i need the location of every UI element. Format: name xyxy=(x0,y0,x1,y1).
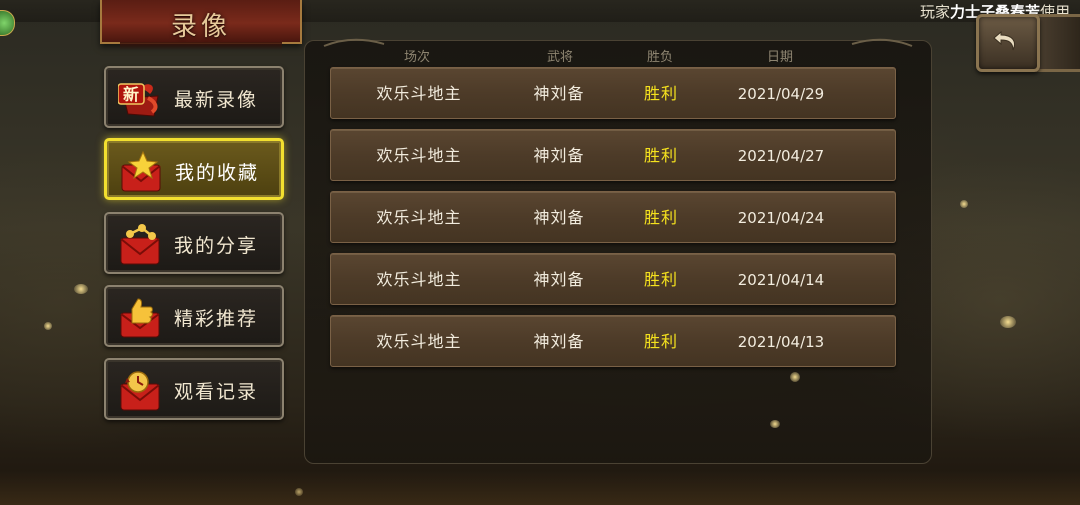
player-prefix: 玩家 xyxy=(919,3,950,21)
column-header-result: 胜负 xyxy=(646,50,673,65)
column-header-match: 场次 xyxy=(403,50,430,65)
table-row[interactable]: 欢乐斗地主 神刘备 胜利 2021/04/29 xyxy=(330,67,896,119)
ember-particle xyxy=(74,284,88,294)
table-row[interactable]: 欢乐斗地主 神刘备 胜利 2021/04/13 xyxy=(330,315,896,367)
ember-particle xyxy=(790,372,800,382)
floor-decoration xyxy=(0,470,1080,505)
cell-mode: 欢乐斗地主 xyxy=(376,208,462,227)
ember-particle xyxy=(1000,316,1016,328)
new-badge-text: 新 xyxy=(123,85,139,104)
table-row[interactable]: 欢乐斗地主 神刘备 胜利 2021/04/24 xyxy=(330,191,896,243)
menu-label: 我的分享 xyxy=(174,235,259,257)
ember-particle xyxy=(44,322,52,330)
back-arrow-icon xyxy=(993,30,1015,51)
cell-mode: 欢乐斗地主 xyxy=(376,270,462,289)
cell-general: 神刘备 xyxy=(533,84,585,103)
cell-result: 胜利 xyxy=(643,208,678,227)
cell-general: 神刘备 xyxy=(533,332,585,351)
cell-date: 2021/04/24 xyxy=(737,209,825,227)
menu-featured[interactable]: 精彩推荐 xyxy=(104,285,284,347)
cell-date: 2021/04/27 xyxy=(737,147,825,165)
cell-date: 2021/04/29 xyxy=(737,85,825,103)
ember-particle xyxy=(770,420,780,428)
replay-screen: 玩家力士子桑春芳使用 录像 新 最新录像 我的收藏 我的分享 精彩推荐 观看记录… xyxy=(0,0,1080,505)
cell-general: 神刘备 xyxy=(533,208,585,227)
cell-result: 胜利 xyxy=(643,84,678,103)
menu-label: 观看记录 xyxy=(174,381,259,403)
cell-general: 神刘备 xyxy=(533,270,585,289)
cell-mode: 欢乐斗地主 xyxy=(376,332,462,351)
table-row[interactable]: 欢乐斗地主 神刘备 胜利 2021/04/27 xyxy=(330,129,896,181)
cell-mode: 欢乐斗地主 xyxy=(376,84,462,103)
back-button[interactable] xyxy=(976,14,1040,72)
share-envelope-icon xyxy=(118,224,164,266)
ember-particle xyxy=(960,200,968,208)
cell-date: 2021/04/14 xyxy=(737,271,825,289)
menu-watch-history[interactable]: 观看记录 xyxy=(104,358,284,420)
cell-result: 胜利 xyxy=(643,270,678,289)
title-banner: 录像 xyxy=(100,0,302,50)
menu-label: 我的收藏 xyxy=(175,162,260,184)
star-envelope-icon xyxy=(119,150,165,193)
menu-latest-replays[interactable]: 新 最新录像 xyxy=(104,66,284,128)
cell-result: 胜利 xyxy=(643,332,678,351)
corner-ornament xyxy=(1036,14,1080,72)
new-ribbon-icon: 新 xyxy=(117,78,164,120)
thumbs-up-envelope-icon xyxy=(118,297,164,339)
page-title: 录像 xyxy=(170,12,231,42)
cell-general: 神刘备 xyxy=(533,146,585,165)
menu-my-favorites[interactable]: 我的收藏 xyxy=(104,138,284,200)
menu-my-shares[interactable]: 我的分享 xyxy=(104,212,284,274)
menu-label: 最新录像 xyxy=(174,89,259,111)
table-row[interactable]: 欢乐斗地主 神刘备 胜利 2021/04/14 xyxy=(330,253,896,305)
menu-label: 精彩推荐 xyxy=(174,308,259,330)
history-envelope-icon xyxy=(118,370,164,412)
column-header-date: 日期 xyxy=(766,50,793,65)
cell-date: 2021/04/13 xyxy=(737,333,825,351)
cell-mode: 欢乐斗地主 xyxy=(376,146,462,165)
cell-result: 胜利 xyxy=(643,146,678,165)
